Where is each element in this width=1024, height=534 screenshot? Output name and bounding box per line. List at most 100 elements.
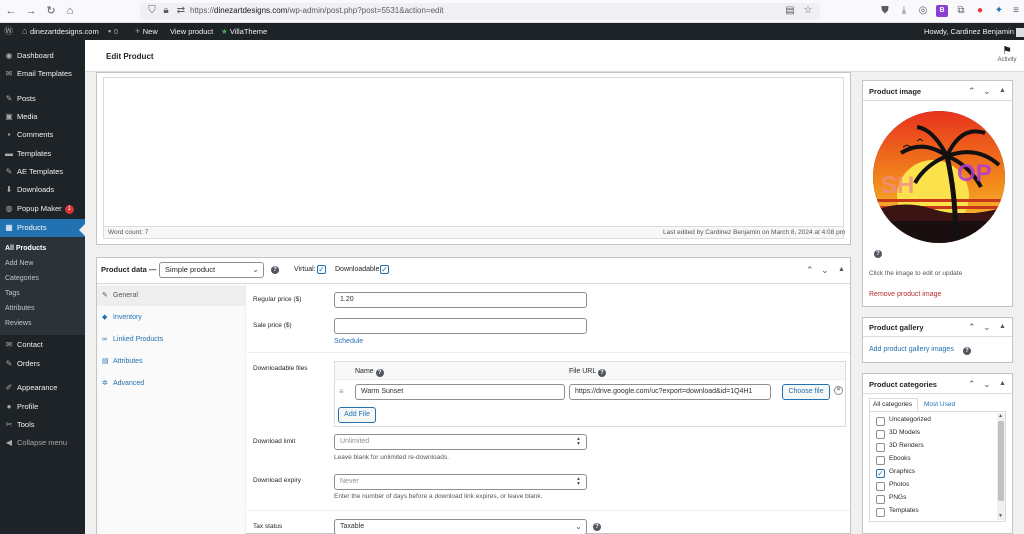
puzzle-icon[interactable]: ✦ xyxy=(993,5,1005,17)
menu-ae-templates[interactable]: ✎ AE Templates xyxy=(0,163,85,181)
howdy-account[interactable]: Howdy, Cardinez Benjamin xyxy=(924,23,1024,40)
add-file-button[interactable]: Add File xyxy=(338,407,376,423)
category-checkbox[interactable] xyxy=(876,508,885,517)
tab-advanced[interactable]: ✲ Advanced xyxy=(97,374,246,394)
schedule-link[interactable]: Schedule xyxy=(334,338,363,345)
menu-orders[interactable]: ✎ Orders xyxy=(0,355,85,373)
sale-price-input[interactable] xyxy=(334,318,587,334)
toggle-panel-icon[interactable]: ▲ xyxy=(838,265,845,275)
extension-b-icon[interactable]: B xyxy=(936,5,948,17)
move-down-icon[interactable]: ⌄ xyxy=(983,322,991,332)
menu-popup-maker[interactable]: ◍ Popup Maker 1 xyxy=(0,200,85,218)
site-name-link[interactable]: ⌂ dinezartdesigns.com xyxy=(22,23,99,40)
menu-contact[interactable]: ✉ Contact xyxy=(0,336,85,354)
move-up-icon[interactable]: ⌃ xyxy=(968,322,976,332)
tab-most-used[interactable]: Most Used xyxy=(924,399,955,411)
move-down-icon[interactable]: ⌄ xyxy=(983,86,991,96)
help-icon[interactable]: ? xyxy=(375,369,384,377)
virtual-checkbox[interactable]: ✓ xyxy=(317,265,326,274)
choose-file-button[interactable]: Choose file xyxy=(782,384,830,400)
menu-posts[interactable]: ✎ Posts xyxy=(0,90,85,108)
content-editor[interactable] xyxy=(103,77,844,227)
forward-icon[interactable]: → xyxy=(24,4,38,18)
help-icon[interactable]: ? xyxy=(874,250,882,258)
pocket-icon[interactable]: ⛊ xyxy=(879,5,891,17)
submenu-all-products[interactable]: All Products xyxy=(5,241,83,256)
bookmark-star-icon[interactable]: ☆ xyxy=(802,5,814,17)
move-down-icon[interactable]: ⌄ xyxy=(821,265,829,275)
move-up-icon[interactable]: ⌃ xyxy=(806,265,814,275)
file-url-input[interactable]: https://drive.google.com/uc?export=downl… xyxy=(569,384,771,400)
downloads-icon[interactable]: ⤓ xyxy=(898,5,910,17)
menu-templates[interactable]: ▬ Templates xyxy=(0,145,85,163)
toggle-panel-icon[interactable]: ▲ xyxy=(999,379,1006,389)
submenu-add-new[interactable]: Add New xyxy=(5,256,83,271)
stepper-icon[interactable]: ▲ ▼ xyxy=(575,437,582,447)
scroll-down-icon[interactable]: ▼ xyxy=(998,513,1003,519)
add-gallery-images-link[interactable]: Add product gallery images xyxy=(869,346,954,353)
tab-inventory[interactable]: ◆ Inventory xyxy=(97,308,246,328)
menu-collapse[interactable]: ◀ Collapse menu xyxy=(0,434,85,452)
product-image[interactable]: SH OP xyxy=(873,111,1005,243)
help-icon[interactable]: ? xyxy=(593,523,601,531)
help-icon[interactable]: ? xyxy=(597,369,606,377)
tax-status-select[interactable]: Taxable ⌄ xyxy=(334,519,587,534)
tab-all-categories[interactable]: All categories xyxy=(869,398,918,412)
menu-products[interactable]: ▦ Products xyxy=(0,219,85,237)
help-icon[interactable]: ? xyxy=(963,347,971,355)
drag-handle-icon[interactable]: ≡ xyxy=(339,387,344,396)
extensions-icon[interactable]: ⧉ xyxy=(955,5,967,17)
submenu-attributes[interactable]: Attributes xyxy=(5,301,83,316)
tab-linked-products[interactable]: ∞ Linked Products xyxy=(97,330,246,350)
download-expiry-input[interactable]: Never ▲ ▼ xyxy=(334,474,587,490)
shield-icon[interactable]: ⛉ xyxy=(146,5,158,17)
new-content-link[interactable]: + New xyxy=(135,23,158,40)
menu-icon[interactable]: ≡ xyxy=(1010,5,1022,17)
move-up-icon[interactable]: ⌃ xyxy=(968,86,976,96)
menu-tools[interactable]: ✂ Tools xyxy=(0,416,85,434)
category-checkbox[interactable] xyxy=(876,430,885,439)
move-down-icon[interactable]: ⌄ xyxy=(983,379,991,389)
scroll-up-icon[interactable]: ▲ xyxy=(998,413,1003,419)
menu-dashboard[interactable]: ◉ Dashboard xyxy=(0,47,85,65)
menu-email-templates[interactable]: ✉ Email Templates xyxy=(0,65,85,83)
reader-view-icon[interactable]: ▤ xyxy=(784,5,796,17)
menu-profile[interactable]: ● Profile xyxy=(0,398,85,416)
reload-icon[interactable]: ↻ xyxy=(44,4,58,18)
account-icon[interactable]: ◎ xyxy=(917,5,929,17)
category-checkbox[interactable] xyxy=(876,443,885,452)
delete-file-icon[interactable]: ✕ xyxy=(834,386,843,395)
submenu-tags[interactable]: Tags xyxy=(5,286,83,301)
menu-downloads[interactable]: ⬇ Downloads xyxy=(0,181,85,199)
wordpress-logo-icon[interactable]: Ⓦ xyxy=(4,23,13,40)
menu-appearance[interactable]: ✐ Appearance xyxy=(0,379,85,397)
permissions-icon[interactable]: ⇄ xyxy=(175,5,187,17)
downloadable-checkbox[interactable]: ✓ xyxy=(380,265,389,274)
toggle-panel-icon[interactable]: ▲ xyxy=(999,322,1006,332)
submenu-categories[interactable]: Categories xyxy=(5,271,83,286)
file-name-input[interactable]: Warm Sunset xyxy=(355,384,565,400)
lock-icon[interactable]: 🔒︎ xyxy=(160,5,172,17)
category-checkbox[interactable] xyxy=(876,482,885,491)
move-up-icon[interactable]: ⌃ xyxy=(968,379,976,389)
regular-price-input[interactable]: 1.20 xyxy=(334,292,587,308)
scrollbar-thumb[interactable] xyxy=(998,421,1004,501)
category-checkbox[interactable]: ✓ xyxy=(876,469,885,478)
back-icon[interactable]: ← xyxy=(4,4,18,18)
submenu-reviews[interactable]: Reviews xyxy=(5,316,83,331)
tab-attributes[interactable]: ▤ Attributes xyxy=(97,352,246,372)
color-extension-icon[interactable]: ● xyxy=(974,5,986,17)
view-product-link[interactable]: View product xyxy=(170,23,213,40)
stepper-icon[interactable]: ▲ ▼ xyxy=(575,477,582,487)
toggle-panel-icon[interactable]: ▲ xyxy=(999,86,1006,96)
villatheme-link[interactable]: ★ VillaTheme xyxy=(221,23,267,40)
comments-link[interactable]: ▪ 0 xyxy=(108,23,118,40)
help-icon[interactable]: ? xyxy=(271,266,279,274)
remove-product-image-link[interactable]: Remove product image xyxy=(869,291,941,298)
category-checkbox[interactable] xyxy=(876,456,885,465)
category-checkbox[interactable] xyxy=(876,417,885,426)
menu-comments[interactable]: ▪ Comments xyxy=(0,126,85,144)
tab-general[interactable]: ✎ General xyxy=(97,286,246,306)
category-checkbox[interactable] xyxy=(876,495,885,504)
product-type-select[interactable]: Simple product ⌄ xyxy=(159,262,264,278)
